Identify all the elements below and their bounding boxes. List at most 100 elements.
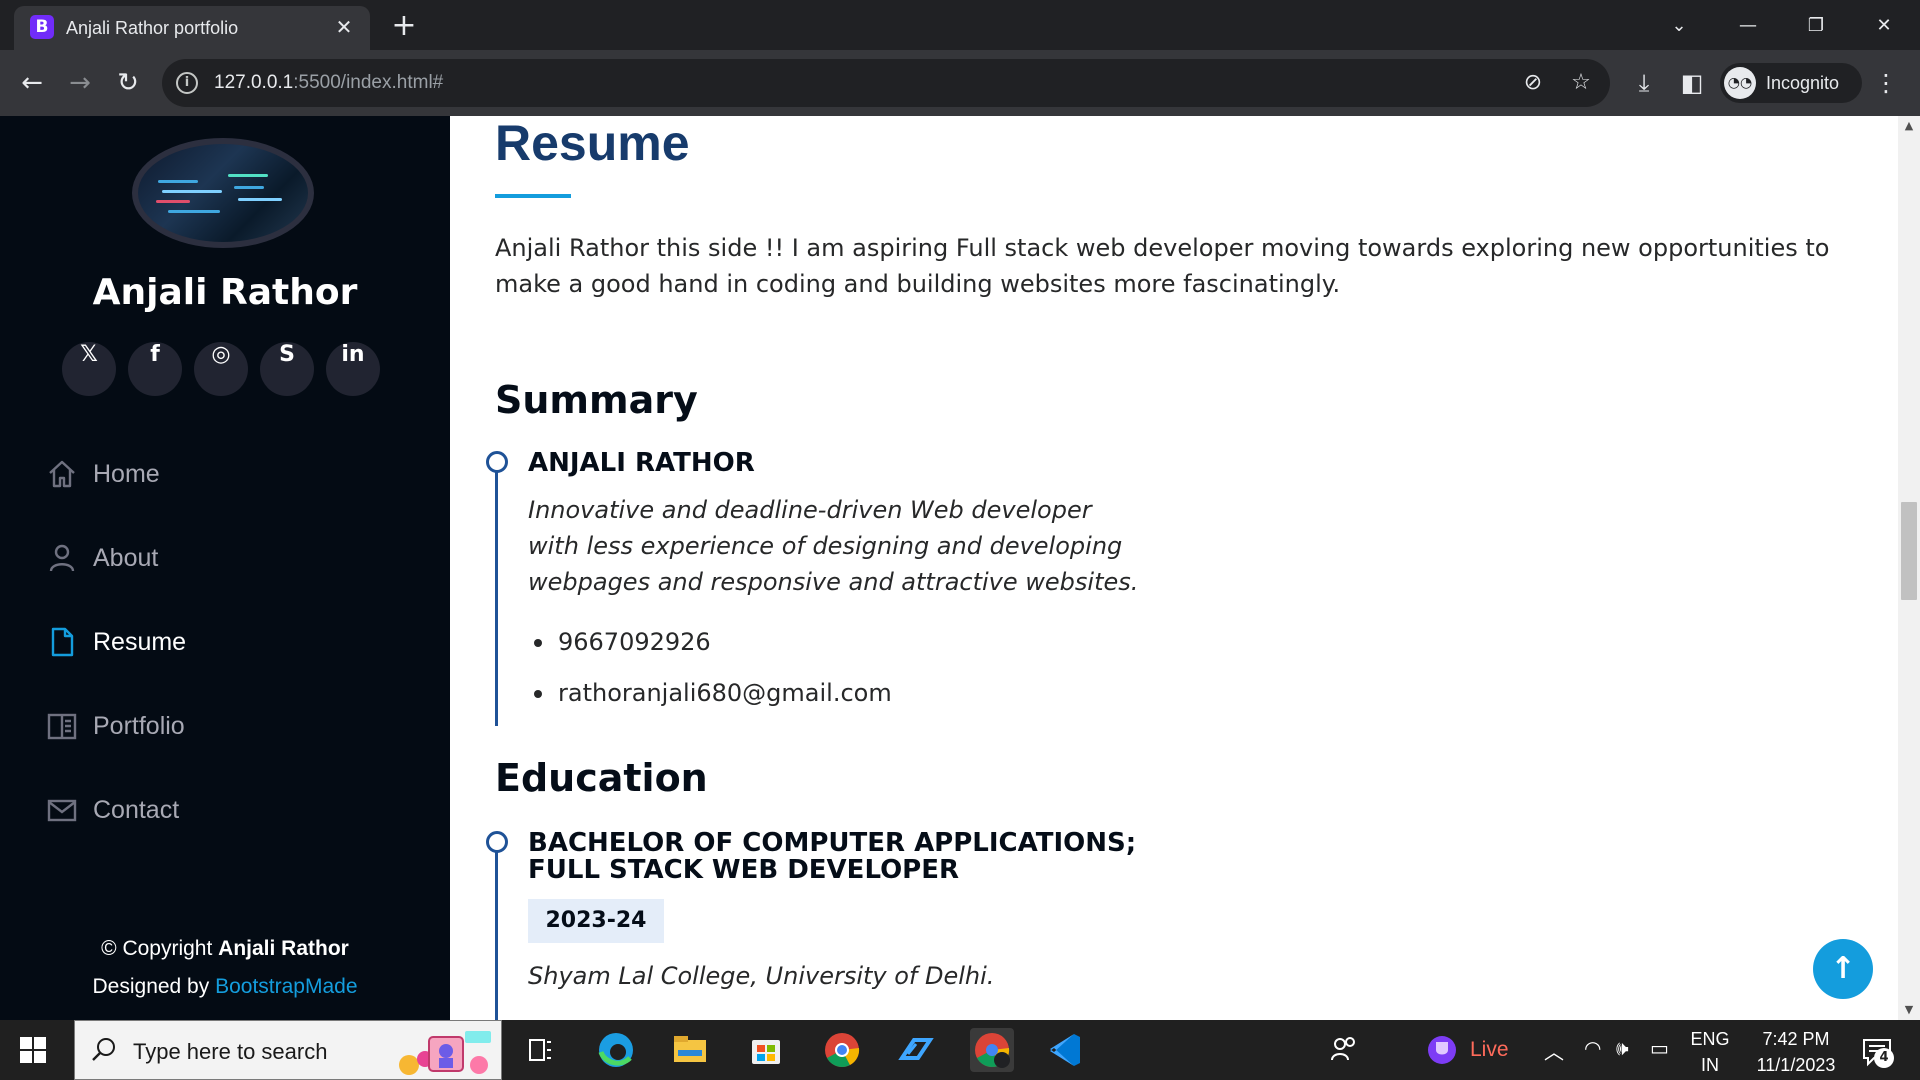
scroll-up-arrow-icon[interactable]: ▲ (1898, 116, 1920, 136)
twitter-icon[interactable]: 𝕏 (62, 342, 116, 396)
search-placeholder: Type here to search (133, 1039, 328, 1064)
search-highlight-illustration-icon (399, 1031, 491, 1075)
language-indicator[interactable]: ENG IN (1686, 1026, 1734, 1078)
scroll-down-arrow-icon[interactable]: ▼ (1898, 1000, 1920, 1020)
nav-item-home[interactable]: Home (46, 452, 426, 496)
battery-icon[interactable]: ▭ (1650, 1036, 1669, 1060)
page-viewport: Anjali Rathor 𝕏 f ◎ S in Home About Resu… (0, 116, 1920, 1020)
education-year-badge: 2023-24 (528, 899, 664, 943)
chrome-incognito-icon[interactable] (970, 1028, 1014, 1072)
reload-button[interactable]: ↻ (110, 65, 146, 101)
cricket-live-icon[interactable] (1420, 1028, 1464, 1072)
task-view-icon[interactable] (518, 1028, 562, 1072)
search-icon (92, 1038, 115, 1061)
vscode-icon[interactable] (1044, 1028, 1088, 1072)
url-text[interactable]: 127.0.0.1:5500/index.html# (214, 72, 443, 94)
download-icon[interactable]: ⤓ (1626, 65, 1662, 101)
minimize-button[interactable]: — (1726, 8, 1770, 44)
side-panel-icon[interactable]: ◧ (1674, 65, 1710, 101)
clock[interactable]: 7:42 PM 11/1/2023 (1742, 1026, 1850, 1078)
file-explorer-icon[interactable] (668, 1028, 712, 1072)
nav-label: Portfolio (93, 712, 185, 740)
wifi-icon[interactable]: ◠ (1584, 1036, 1601, 1060)
timeline-dot (486, 831, 508, 853)
list-item: rathoranjali680@gmail.com (528, 676, 892, 727)
profile-avatar (132, 138, 314, 248)
profile-name[interactable]: Anjali Rathor (0, 272, 450, 313)
restore-button[interactable]: ❐ (1794, 8, 1838, 44)
nav-label: Contact (93, 796, 180, 824)
education-timeline-line (495, 834, 498, 1020)
site-info-icon[interactable]: i (176, 72, 198, 94)
designed-by-line: Designed by BootstrapMade (92, 975, 358, 998)
nav-item-resume[interactable]: Resume (46, 620, 426, 664)
back-button[interactable]: ← (14, 65, 50, 101)
book-icon (47, 713, 77, 740)
sidebar: Anjali Rathor 𝕏 f ◎ S in Home About Resu… (0, 116, 450, 1020)
people-icon[interactable] (1322, 1028, 1366, 1072)
nav-label: Home (93, 460, 160, 488)
browser-toolbar: ← → ↻ i 127.0.0.1:5500/index.html# ⊘ ☆ ⤓… (0, 50, 1920, 116)
nav-item-contact[interactable]: Contact (46, 788, 426, 832)
tab-title: Anjali Rathor portfolio (66, 18, 239, 38)
windows-start-icon[interactable] (20, 1037, 46, 1063)
section-title: Resume (495, 116, 690, 171)
language-code: ENG (1690, 1029, 1730, 1049)
education-school: Shyam Lal College, University of Delhi. (528, 962, 995, 990)
back-to-top-button[interactable]: ↑ (1813, 939, 1873, 999)
browser-tab[interactable]: B Anjali Rathor portfolio ✕ (14, 6, 370, 50)
microsoft-store-icon[interactable] (744, 1028, 788, 1072)
eye-slash-icon[interactable]: ⊘ (1520, 70, 1546, 96)
person-icon (49, 544, 75, 572)
nav-label: Resume (93, 628, 187, 656)
remote-app-icon[interactable] (894, 1028, 938, 1072)
file-icon (51, 627, 74, 657)
edge-browser-icon[interactable] (594, 1028, 638, 1072)
page-scrollbar[interactable]: ▲ ▼ (1898, 116, 1920, 1020)
browser-menu-icon[interactable]: ⋮ (1868, 65, 1904, 101)
incognito-label: Incognito (1766, 73, 1840, 93)
nav-item-about[interactable]: About (46, 536, 426, 580)
clock-date: 11/1/2023 (1756, 1055, 1836, 1075)
windows-taskbar: Type here to search Live ︿ ◠ 🕪 ▭ ENG IN … (0, 1020, 1920, 1080)
clock-time: 7:42 PM (1762, 1029, 1830, 1049)
chrome-icon[interactable] (820, 1028, 864, 1072)
region-code: IN (1701, 1055, 1719, 1075)
tab-strip: B Anjali Rathor portfolio ✕ + ⌄ — ❐ ✕ (0, 0, 1920, 50)
new-tab-button[interactable]: + (388, 10, 420, 42)
home-icon (49, 460, 75, 488)
bookmark-star-icon[interactable]: ☆ (1568, 70, 1594, 96)
bootstrapmade-link[interactable]: BootstrapMade (215, 975, 357, 998)
show-hidden-icons-chevron-icon[interactable]: ︿ (1544, 1036, 1564, 1065)
skype-icon[interactable]: S (260, 342, 314, 396)
notification-count-badge: 4 (1874, 1048, 1894, 1068)
linkedin-icon[interactable]: in (326, 342, 380, 396)
forward-button[interactable]: → (62, 65, 98, 101)
copyright-line: © Copyright Anjali Rathor (101, 937, 349, 960)
bootstrap-favicon-icon: B (30, 15, 54, 39)
summary-name: ANJALI RATHOR (528, 448, 755, 478)
summary-timeline-line (495, 454, 498, 726)
contact-list: 9667092926 rathoranjali680@gmail.com (528, 625, 892, 727)
nav-item-portfolio[interactable]: Portfolio (46, 704, 426, 748)
live-label[interactable]: Live (1470, 1038, 1509, 1062)
close-window-button[interactable]: ✕ (1862, 8, 1906, 44)
close-tab-icon[interactable]: ✕ (332, 15, 356, 39)
education-title: BACHELOR OF COMPUTER APPLICATIONS; FULL … (528, 828, 1137, 885)
tab-search-chevron-icon[interactable]: ⌄ (1657, 8, 1701, 44)
instagram-icon[interactable]: ◎ (194, 342, 248, 396)
volume-icon[interactable]: 🕪 (1616, 1036, 1629, 1060)
incognito-icon: ◔◔ (1724, 67, 1756, 99)
summary-heading: Summary (495, 378, 698, 422)
timeline-dot (486, 451, 508, 473)
nav-label: About (93, 544, 159, 572)
incognito-profile-button[interactable]: ◔◔ Incognito (1720, 63, 1862, 103)
scrollbar-thumb[interactable] (1901, 502, 1917, 600)
taskbar-search-box[interactable]: Type here to search (74, 1020, 502, 1080)
address-bar[interactable]: i 127.0.0.1:5500/index.html# ⊘ ☆ (162, 59, 1610, 107)
facebook-icon[interactable]: f (128, 342, 182, 396)
education-heading: Education (495, 756, 708, 800)
title-underline (495, 194, 571, 198)
list-item: 9667092926 (528, 625, 892, 676)
credits: © Copyright Anjali Rathor Designed by Bo… (0, 930, 450, 1006)
